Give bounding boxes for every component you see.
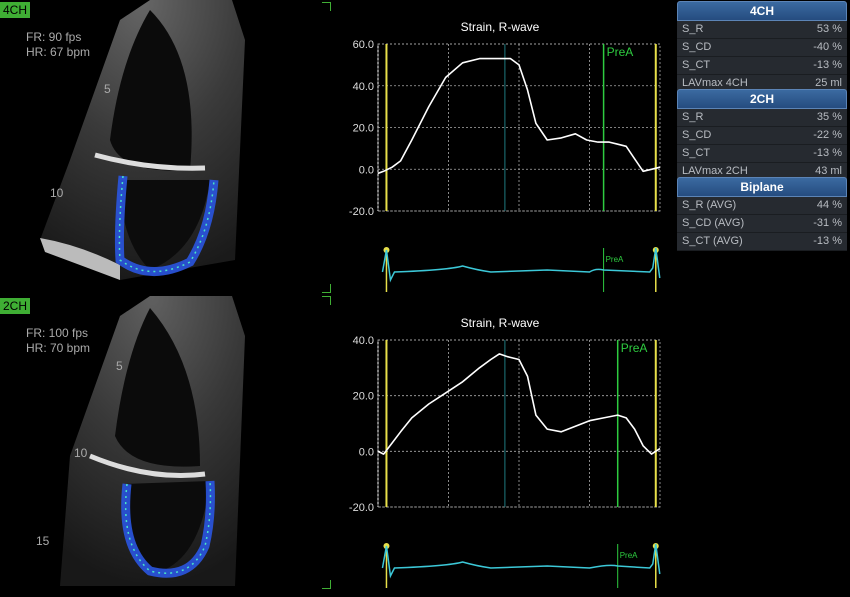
result-row: S_R 53 % xyxy=(677,21,847,39)
results-panel-2ch: 2CH S_R 35 % S_CD -22 % S_CT -13 % LAVmax 2… xyxy=(677,89,847,181)
result-row: S_CT (AVG) -13 % xyxy=(677,233,847,251)
row-label: S_R xyxy=(682,23,704,35)
result-row: S_CT -13 % xyxy=(677,145,847,163)
depth-mark-15: 15 xyxy=(36,534,50,548)
row-label: S_CD xyxy=(682,41,712,53)
corner-marker xyxy=(322,2,331,11)
panel-title: Biplane xyxy=(677,177,847,197)
y-tick-label: -20.0 xyxy=(349,502,374,514)
ultrasound-view-2ch[interactable]: 2CH FR: 100 fps HR: 70 bpm 5 10 15 xyxy=(0,296,331,592)
result-row: S_R 35 % xyxy=(677,109,847,127)
prea-label: PreA xyxy=(606,255,624,264)
row-value: -13 % xyxy=(813,147,842,159)
row-value: -13 % xyxy=(813,59,842,71)
corner-marker xyxy=(322,296,331,305)
y-tick-label: -20.0 xyxy=(349,206,374,218)
row-label: S_CD (AVG) xyxy=(682,217,745,229)
row-label: S_CT xyxy=(682,147,711,159)
prea-label: PreA xyxy=(621,341,648,355)
row-label: S_CD xyxy=(682,129,712,141)
strain-chart-4ch[interactable]: Strain, R-wave 60.0 40.0 20.0 0.0 -20.0 PreA xyxy=(330,16,670,221)
results-panel-biplane: Biplane S_R (AVG) 44 % S_CD (AVG) -31 % S_… xyxy=(677,177,847,251)
depth-mark-10: 10 xyxy=(74,446,88,460)
row-value: -31 % xyxy=(813,217,842,229)
frame-rate-label: FR: 90 fps xyxy=(26,30,82,44)
chart-title: Strain, R-wave xyxy=(460,316,540,330)
row-value: 35 % xyxy=(816,111,842,123)
y-tick-label: 0.0 xyxy=(359,164,374,176)
view-tag-2ch: 2CH xyxy=(0,298,31,314)
y-tick-label: 20.0 xyxy=(353,391,374,403)
row-label: S_CT xyxy=(682,59,711,71)
row-label: S_R xyxy=(682,111,704,123)
depth-mark-10: 10 xyxy=(50,186,64,200)
result-row: S_CD -22 % xyxy=(677,127,847,145)
ecg-trace-4ch: PreA xyxy=(330,240,670,295)
strain-plot-2ch: 40.0 20.0 0.0 -20.0 PreA xyxy=(349,335,661,514)
depth-mark-5: 5 xyxy=(116,359,123,373)
result-row: S_CD -40 % xyxy=(677,39,847,57)
result-row: S_R (AVG) 44 % xyxy=(677,197,847,215)
y-tick-label: 0.0 xyxy=(359,446,374,458)
view-tag-4ch: 4CH xyxy=(0,2,31,18)
y-tick-label: 40.0 xyxy=(353,81,374,93)
row-value: 53 % xyxy=(816,23,842,35)
heart-rate-label: HR: 67 bpm xyxy=(26,45,91,59)
y-tick-label: 40.0 xyxy=(353,335,374,347)
depth-mark-5: 5 xyxy=(104,82,111,96)
ecg-waveform: PreA xyxy=(381,247,661,292)
ecg-line xyxy=(381,247,661,283)
row-label: S_R (AVG) xyxy=(682,199,737,211)
row-value: -40 % xyxy=(813,41,842,53)
row-value: -22 % xyxy=(813,129,842,141)
prea-label: PreA xyxy=(607,45,634,59)
heart-rate-label: HR: 70 bpm xyxy=(26,341,91,355)
y-tick-label: 60.0 xyxy=(353,39,374,51)
row-value: 44 % xyxy=(816,199,842,211)
panel-title: 4CH xyxy=(677,1,847,21)
strain-plot-4ch: 60.0 40.0 20.0 0.0 -20.0 PreA xyxy=(349,39,661,218)
row-value: -13 % xyxy=(813,235,842,247)
panel-title: 2CH xyxy=(677,89,847,109)
chart-title: Strain, R-wave xyxy=(460,20,540,34)
strain-chart-2ch[interactable]: Strain, R-wave 40.0 20.0 0.0 -20.0 PreA xyxy=(330,312,670,517)
result-row: S_CT -13 % xyxy=(677,57,847,75)
ecg-trace-2ch: PreA xyxy=(330,536,670,591)
result-row: S_CD (AVG) -31 % xyxy=(677,215,847,233)
ecg-waveform: PreA xyxy=(381,543,661,588)
results-panel-4ch: 4CH S_R 53 % S_CD -40 % S_CT -13 % LAVmax 4… xyxy=(677,1,847,93)
prea-label: PreA xyxy=(620,551,638,560)
ultrasound-view-4ch[interactable]: 4CH FR: 90 fps HR: 67 bpm 5 10 xyxy=(0,0,331,293)
frame-rate-label: FR: 100 fps xyxy=(26,326,89,340)
row-label: S_CT (AVG) xyxy=(682,235,743,247)
y-tick-label: 20.0 xyxy=(353,123,374,135)
